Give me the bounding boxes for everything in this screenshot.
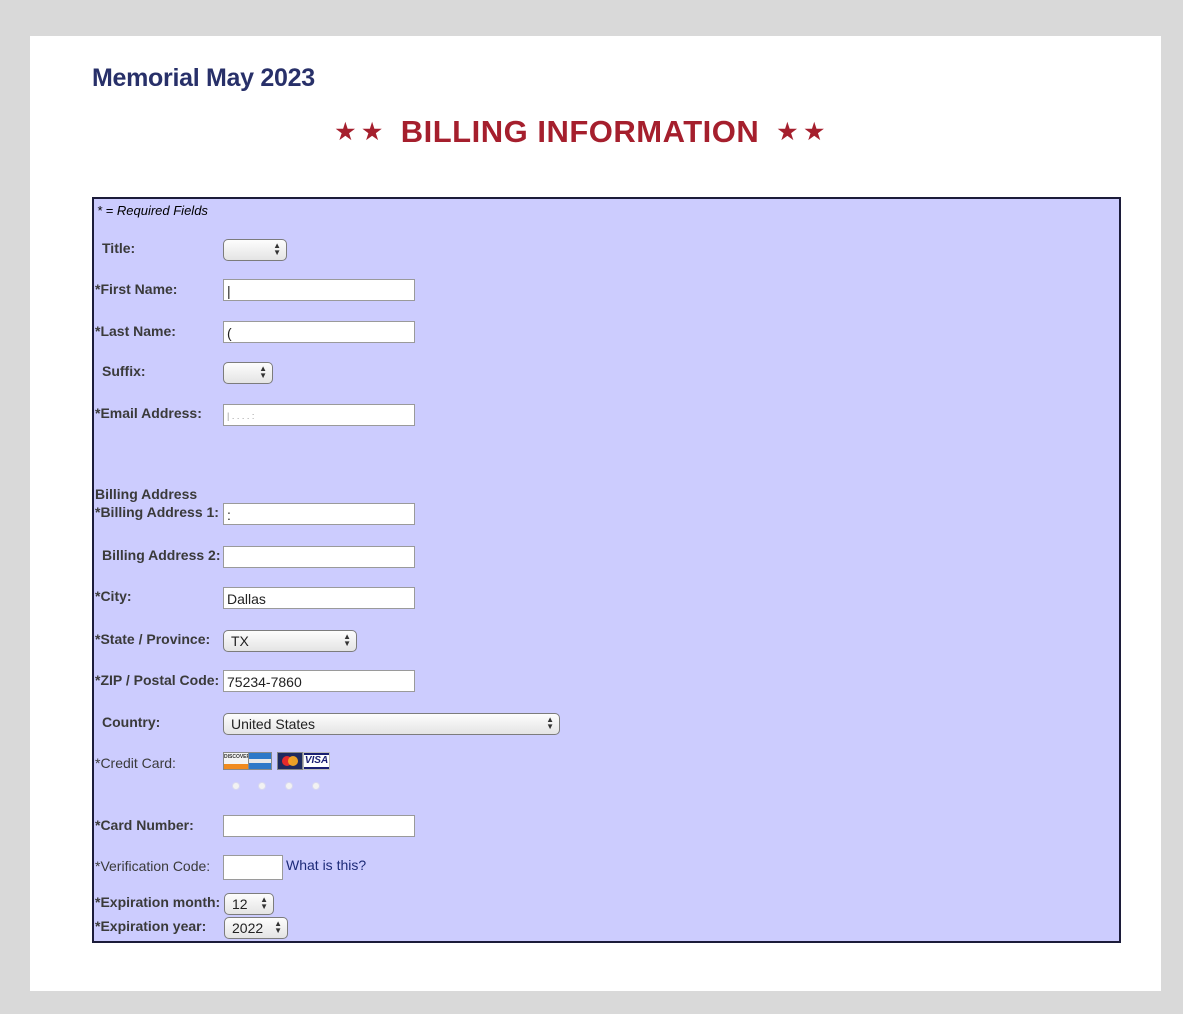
stars-left: ★ ★	[335, 119, 383, 144]
expiration-month-select[interactable]: 12 ▲ ▼	[224, 893, 274, 915]
first-name-label: *First Name:	[95, 281, 178, 297]
mastercard-icon[interactable]	[277, 752, 303, 770]
billing-heading: ★ ★ BILLING INFORMATION ★ ★	[30, 114, 1130, 150]
card-radio-mastercard[interactable]	[285, 782, 293, 790]
address2-input[interactable]	[223, 546, 415, 568]
card-number-label: *Card Number:	[95, 817, 194, 833]
select-arrows-icon: ▲ ▼	[273, 241, 281, 257]
stars-right: ★ ★	[777, 119, 825, 144]
title-select[interactable]: ▲ ▼	[223, 239, 287, 261]
zip-input[interactable]: 75234-7860	[223, 670, 415, 692]
state-select[interactable]: TX ▲ ▼	[223, 630, 357, 652]
expiration-month-value: 12	[232, 896, 248, 912]
select-arrows-icon: ▲ ▼	[274, 919, 282, 935]
credit-card-label: *Credit Card:	[95, 755, 176, 771]
address1-label: *Billing Address 1:	[95, 504, 219, 520]
card-number-input[interactable]	[223, 815, 415, 837]
content-panel: Memorial May 2023 ★ ★ BILLING INFORMATIO…	[30, 36, 1161, 991]
billing-heading-text: BILLING INFORMATION	[400, 114, 760, 149]
expiration-month-label: *Expiration month:	[95, 894, 221, 910]
title-label: Title:	[102, 240, 136, 256]
select-arrows-icon: ▲ ▼	[343, 632, 351, 648]
select-arrows-icon: ▲ ▼	[260, 895, 268, 911]
zip-label: *ZIP / Postal Code:	[95, 672, 220, 688]
state-select-value: TX	[231, 633, 249, 649]
event-title: Memorial May 2023	[92, 64, 315, 92]
last-name-label: *Last Name:	[95, 323, 176, 339]
country-select-value: United States	[231, 716, 316, 732]
verification-code-label: *Verification Code:	[95, 858, 211, 874]
address2-label: Billing Address 2:	[102, 547, 221, 563]
suffix-label: Suffix:	[102, 363, 146, 379]
email-input[interactable]: | . . . . :	[223, 404, 415, 426]
verification-code-input[interactable]	[223, 855, 283, 880]
select-arrows-icon: ▲ ▼	[546, 715, 554, 731]
state-label: *State / Province:	[95, 631, 211, 647]
card-radio-visa[interactable]	[312, 782, 320, 790]
amex-icon[interactable]	[248, 752, 272, 770]
address1-input[interactable]: :	[223, 503, 415, 525]
city-input[interactable]: Dallas	[223, 587, 415, 609]
suffix-select[interactable]: ▲ ▼	[223, 362, 273, 384]
first-name-input[interactable]: |	[223, 279, 415, 301]
discover-icon[interactable]: DISCOVER	[223, 752, 251, 770]
country-select[interactable]: United States ▲ ▼	[223, 713, 560, 735]
visa-icon[interactable]: VISA	[303, 752, 330, 770]
expiration-year-select[interactable]: 2022 ▲ ▼	[224, 917, 288, 939]
card-radio-amex[interactable]	[258, 782, 266, 790]
card-radio-discover[interactable]	[232, 782, 240, 790]
billing-form: * = Required Fields Title: ▲ ▼ *First Nam…	[92, 197, 1121, 943]
city-label: *City:	[95, 588, 132, 604]
discover-logo-text: DISCOVER	[224, 754, 251, 760]
email-label: *Email Address:	[95, 405, 202, 421]
expiration-year-label: *Expiration year:	[95, 918, 207, 934]
required-fields-note: * = Required Fields	[97, 203, 208, 218]
visa-logo-text: VISA	[304, 755, 329, 766]
what-is-this-link[interactable]: What is this?	[286, 857, 366, 873]
country-label: Country:	[102, 714, 161, 730]
select-arrows-icon: ▲ ▼	[259, 364, 267, 380]
last-name-input[interactable]: (	[223, 321, 415, 343]
billing-address-section-label: Billing Address	[95, 486, 198, 502]
expiration-year-value: 2022	[232, 920, 264, 936]
